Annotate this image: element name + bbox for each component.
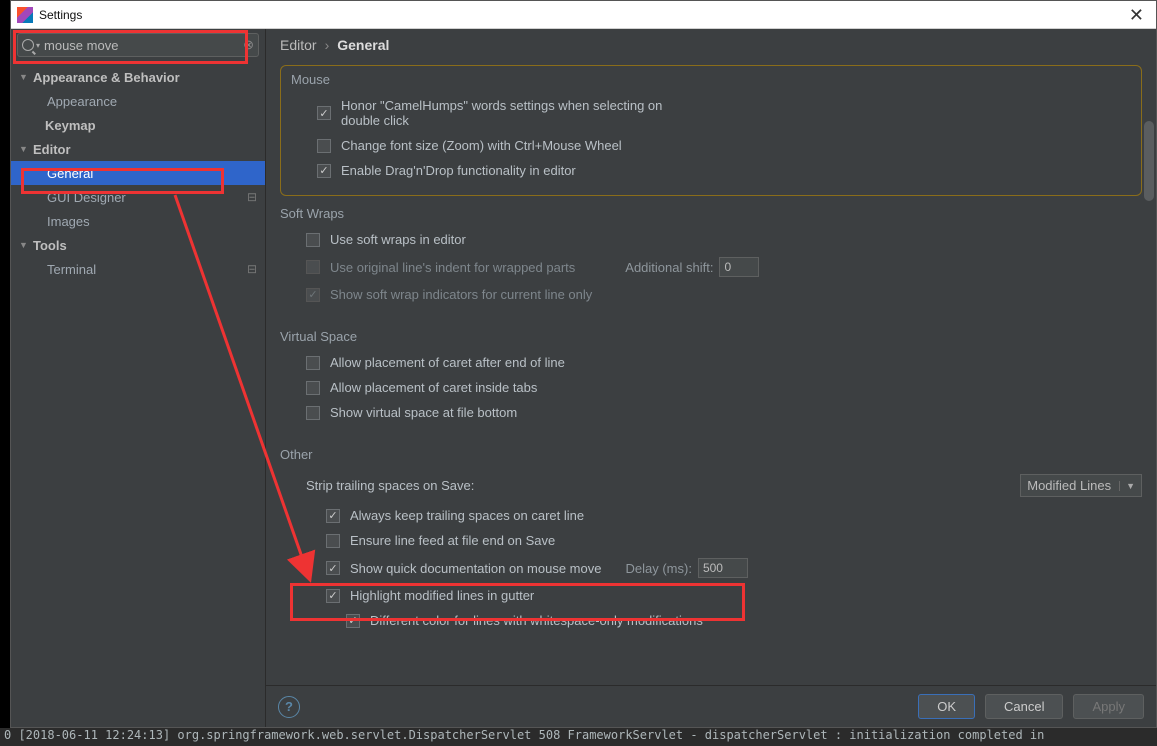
main-panel: Editor › General Mouse Honor "CamelHumps… <box>266 29 1156 727</box>
group-mouse: Mouse Honor "CamelHumps" words settings … <box>280 65 1142 196</box>
help-button[interactable]: ? <box>278 696 300 718</box>
shift-label: Additional shift: <box>625 260 713 275</box>
search-scope-caret-icon[interactable]: ▾ <box>36 41 40 50</box>
opt-dragdrop[interactable]: Enable Drag'n'Drop functionality in edit… <box>291 158 1131 183</box>
checkbox-icon <box>306 288 320 302</box>
opt-whitespace-color[interactable]: Different color for lines with whitespac… <box>280 608 1142 633</box>
checkbox-icon[interactable] <box>317 106 331 120</box>
sidebar-item[interactable]: ▼Appearance & Behavior <box>11 65 265 89</box>
apply-button: Apply <box>1073 694 1144 719</box>
console-line: 0 [2018-06-11 12:24:13] org.springframew… <box>0 728 1157 746</box>
checkbox-icon[interactable] <box>326 509 340 523</box>
opt-caret-eol[interactable]: Allow placement of caret after end of li… <box>280 350 1142 375</box>
strip-select[interactable]: Modified Lines ▼ <box>1020 474 1142 497</box>
opt-softwraps[interactable]: Use soft wraps in editor <box>280 227 1142 252</box>
checkbox-icon[interactable] <box>326 561 340 575</box>
breadcrumb-sep-icon: › <box>325 37 330 53</box>
chevron-down-icon: ▼ <box>1119 481 1135 491</box>
sidebar-item-label: Keymap <box>45 118 96 133</box>
delay-input[interactable] <box>698 558 748 578</box>
sidebar-item-label: Tools <box>33 238 67 253</box>
settings-window: Settings ✕ ▾ ⊗ ▼Appearance & BehaviorApp… <box>10 0 1157 728</box>
footer: ? OK Cancel Apply <box>266 685 1156 727</box>
strip-row: Strip trailing spaces on Save: Modified … <box>280 468 1142 503</box>
sidebar-item-label: Appearance <box>47 94 117 109</box>
sidebar-item[interactable]: Terminal ⊟ <box>11 257 265 281</box>
opt-zoom[interactable]: Change font size (Zoom) with Ctrl+Mouse … <box>291 133 1131 158</box>
opt-keep-trailing[interactable]: Always keep trailing spaces on caret lin… <box>280 503 1142 528</box>
opt-camelhumps[interactable]: Honor "CamelHumps" words settings when s… <box>291 93 1131 133</box>
opt-virtual-bottom[interactable]: Show virtual space at file bottom <box>280 400 1142 425</box>
body: ▾ ⊗ ▼Appearance & BehaviorAppearanceKeym… <box>11 29 1156 727</box>
app-icon <box>17 7 33 23</box>
cancel-button[interactable]: Cancel <box>985 694 1063 719</box>
search-input[interactable] <box>44 38 243 53</box>
sidebar-item[interactable]: Keymap <box>11 113 265 137</box>
opt-softwrap-indicators: Show soft wrap indicators for current li… <box>280 282 1142 307</box>
project-settings-icon: ⊟ <box>247 262 257 276</box>
project-settings-icon: ⊟ <box>247 190 257 204</box>
strip-label: Strip trailing spaces on Save: <box>306 478 474 493</box>
checkbox-icon[interactable] <box>346 614 360 628</box>
checkbox-icon[interactable] <box>306 381 320 395</box>
sidebar-item[interactable]: ▼Tools <box>11 233 265 257</box>
sidebar-item[interactable]: Images <box>11 209 265 233</box>
opt-caret-tabs[interactable]: Allow placement of caret inside tabs <box>280 375 1142 400</box>
sidebar-item[interactable]: ▼Editor <box>11 137 265 161</box>
titlebar: Settings ✕ <box>11 1 1156 29</box>
sidebar-item-label: GUI Designer <box>47 190 126 205</box>
group-title-other: Other <box>280 447 1142 462</box>
checkbox-icon[interactable] <box>326 589 340 603</box>
checkbox-icon[interactable] <box>317 139 331 153</box>
sidebar-item[interactable]: General <box>11 161 265 185</box>
breadcrumb: Editor › General <box>266 29 1156 61</box>
chevron-down-icon[interactable]: ▼ <box>19 72 33 82</box>
search-icon <box>22 39 34 51</box>
group-title-softwraps: Soft Wraps <box>280 206 1142 221</box>
checkbox-icon <box>306 260 320 274</box>
breadcrumb-general: General <box>337 37 389 53</box>
sidebar-item-label: Images <box>47 214 90 229</box>
checkbox-icon[interactable] <box>306 233 320 247</box>
content: Mouse Honor "CamelHumps" words settings … <box>266 61 1156 685</box>
ok-button[interactable]: OK <box>918 694 975 719</box>
sidebar-item-label: Terminal <box>47 262 96 277</box>
checkbox-icon[interactable] <box>317 164 331 178</box>
shift-input[interactable] <box>719 257 759 277</box>
clear-search-icon[interactable]: ⊗ <box>243 37 254 53</box>
opt-original-indent: Use original line's indent for wrapped p… <box>280 252 1142 282</box>
chevron-down-icon[interactable]: ▼ <box>19 144 33 154</box>
search-box[interactable]: ▾ ⊗ <box>17 33 259 57</box>
opt-ensure-lf[interactable]: Ensure line feed at file end on Save <box>280 528 1142 553</box>
checkbox-icon[interactable] <box>306 356 320 370</box>
delay-label: Delay (ms): <box>625 561 691 576</box>
chevron-down-icon[interactable]: ▼ <box>19 240 33 250</box>
window-title: Settings <box>39 8 82 22</box>
sidebar-item[interactable]: GUI Designer ⊟ <box>11 185 265 209</box>
checkbox-icon[interactable] <box>306 406 320 420</box>
sidebar-item-label: Appearance & Behavior <box>33 70 180 85</box>
settings-tree[interactable]: ▼Appearance & BehaviorAppearanceKeymap▼E… <box>11 61 265 727</box>
breadcrumb-editor[interactable]: Editor <box>280 37 317 53</box>
scrollbar[interactable] <box>1144 121 1154 201</box>
group-title-mouse: Mouse <box>291 72 1131 87</box>
checkbox-icon[interactable] <box>326 534 340 548</box>
search-wrap: ▾ ⊗ <box>11 29 265 61</box>
sidebar-item-label: Editor <box>33 142 71 157</box>
opt-highlight-gutter[interactable]: Highlight modified lines in gutter <box>280 583 1142 608</box>
close-icon[interactable]: ✕ <box>1123 6 1150 24</box>
group-title-virtual: Virtual Space <box>280 329 1142 344</box>
sidebar: ▾ ⊗ ▼Appearance & BehaviorAppearanceKeym… <box>11 29 266 727</box>
sidebar-item[interactable]: Appearance <box>11 89 265 113</box>
opt-quick-doc[interactable]: Show quick documentation on mouse move D… <box>280 553 1142 583</box>
sidebar-item-label: General <box>47 166 93 181</box>
